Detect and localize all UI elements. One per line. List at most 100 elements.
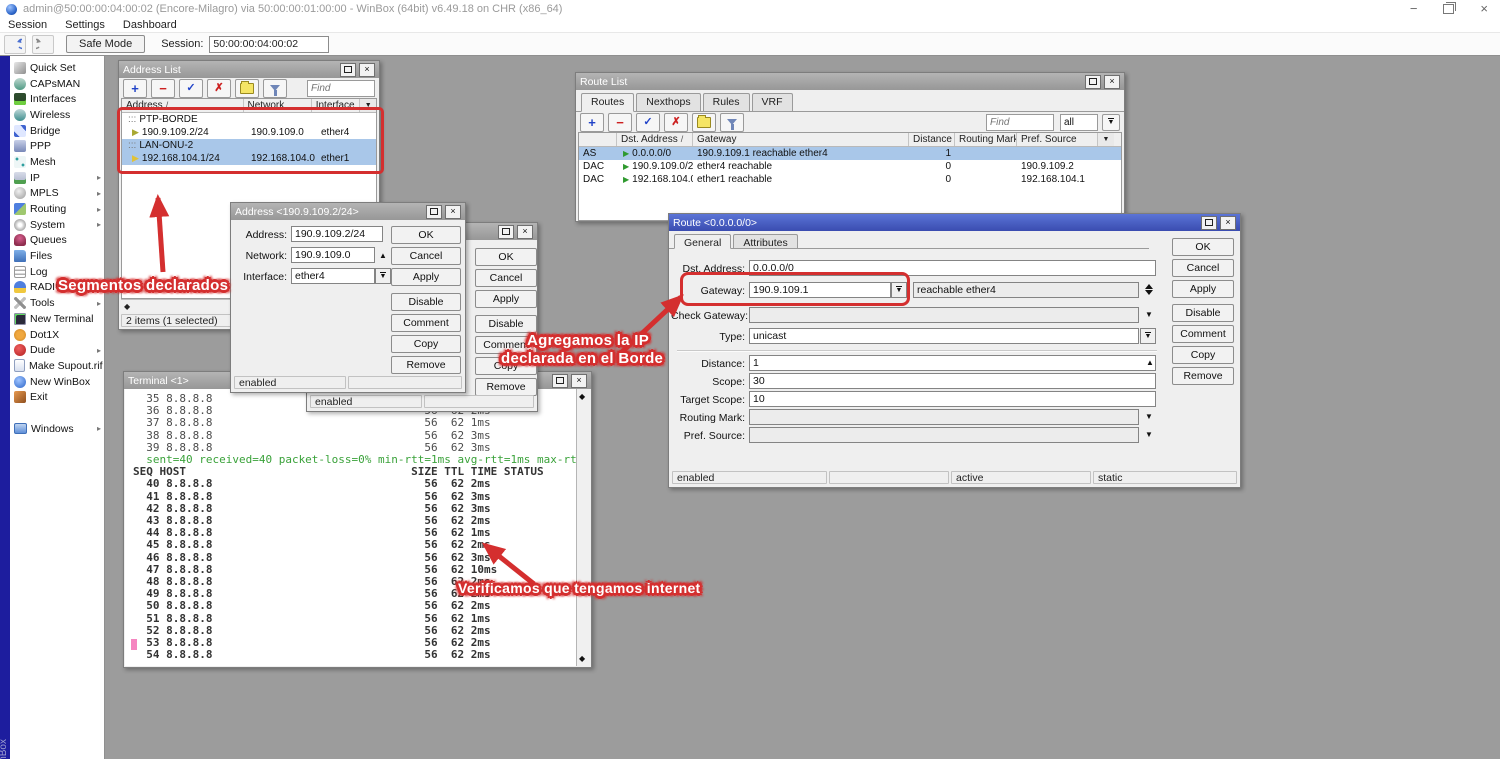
type-dropdown-icon[interactable]: ▼ [1140,328,1156,344]
restore-icon[interactable] [1443,4,1454,14]
tab-nexthops[interactable]: Nexthops [636,93,700,111]
apply-button[interactable]: Apply [391,268,461,286]
sidebar-item-capsman[interactable]: CAPsMAN [10,76,104,92]
disable-button[interactable]: ✗ [207,79,231,98]
dst-address-field[interactable] [749,260,1156,276]
scope-field[interactable] [749,373,1156,389]
sidebar-item-new-winbox[interactable]: New WinBox [10,374,104,390]
sidebar-item-dot1x[interactable]: Dot1X [10,327,104,343]
disable-button[interactable]: ✗ [664,113,688,132]
cancel-button[interactable]: Cancel [475,269,537,287]
routing-mark-field[interactable] [749,409,1139,425]
table-row-comment[interactable]: :::PTP-BORDE [122,113,376,126]
filter-dropdown-icon[interactable]: ▼ [1102,114,1120,131]
sidebar-item-tools[interactable]: Tools▸ [10,295,104,311]
vertical-scrollbar[interactable]: ◆ ◆ [576,389,590,666]
comment-button[interactable]: Comment [391,314,461,332]
sidebar-item-radius[interactable]: RADIUS [10,280,104,296]
cancel-button[interactable]: Cancel [1172,259,1234,277]
type-field[interactable] [749,328,1139,344]
sidebar-item-files[interactable]: Files [10,248,104,264]
pref-source-dropdown-icon[interactable]: ▼ [1145,430,1153,439]
interface-dropdown-icon[interactable]: ▼ [375,268,391,284]
network-field[interactable] [291,247,375,263]
target-scope-field[interactable] [749,391,1156,407]
remove-button[interactable]: − [608,113,632,132]
tab-general[interactable]: General [674,234,731,249]
remove-button[interactable]: Remove [1172,367,1234,385]
disable-button[interactable]: Disable [1172,304,1234,322]
filter-button[interactable] [263,79,287,98]
comment-button[interactable] [692,113,716,132]
pref-source-field[interactable] [749,427,1139,443]
sidebar-item-routing[interactable]: Routing▸ [10,201,104,217]
filter-scope-select[interactable] [1060,114,1098,131]
redo-icon[interactable] [32,35,54,54]
enable-button[interactable]: ✓ [636,113,660,132]
table-row-route[interactable]: DAC ▶192.168.104.0... ether1 reachable 0… [579,173,1121,186]
disable-button[interactable]: Disable [391,293,461,311]
sidebar-item-ppp[interactable]: PPP [10,138,104,154]
column-routing-mark[interactable]: Routing Mark [955,133,1017,146]
address-list-titlebar[interactable]: Address List × [119,61,379,78]
find-input[interactable] [307,80,375,97]
maximize-icon[interactable] [552,374,568,388]
address-field[interactable] [291,226,383,242]
sidebar-item-windows[interactable]: Windows▸ [10,421,104,437]
sidebar-item-ip[interactable]: IP▸ [10,170,104,186]
column-options-icon[interactable]: ▼ [1097,133,1114,146]
column-interface[interactable]: Interface [312,99,360,112]
sidebar-item-interfaces[interactable]: Interfaces [10,91,104,107]
close-icon[interactable]: × [445,205,461,219]
column-dst-address[interactable]: Dst. Address/ [617,133,693,146]
apply-button[interactable]: Apply [475,290,537,308]
close-icon[interactable]: × [1480,3,1488,15]
route-dialog-titlebar[interactable]: Route <0.0.0.0/0> × [669,214,1240,231]
maximize-icon[interactable] [1201,216,1217,230]
sidebar-item-make-supout[interactable]: Make Supout.rif [10,358,104,374]
sidebar-item-mesh[interactable]: Mesh [10,154,104,170]
add-button[interactable]: + [123,79,147,98]
ok-button[interactable]: OK [1172,238,1234,256]
column-flags[interactable] [579,133,617,146]
add-button[interactable]: + [580,113,604,132]
tab-vrf[interactable]: VRF [752,93,793,111]
sidebar-item-bridge[interactable]: Bridge [10,123,104,139]
tab-rules[interactable]: Rules [703,93,750,111]
sidebar-item-queues[interactable]: Queues [10,233,104,249]
column-gateway[interactable]: Gateway [693,133,909,146]
ok-button[interactable]: OK [475,248,537,266]
enable-button[interactable]: ✓ [179,79,203,98]
table-row-address[interactable]: ▶190.9.109.2/24 190.9.109.0 ether4 [122,126,376,139]
close-icon[interactable]: × [359,63,375,77]
maximize-icon[interactable] [1085,75,1101,89]
sidebar-item-new-terminal[interactable]: New Terminal [10,311,104,327]
column-address[interactable]: Address/ [122,99,244,112]
gateway-field[interactable] [749,282,891,298]
table-row-address[interactable]: ▶192.168.104.1/24 192.168.104.0 ether1 [122,152,376,165]
maximize-icon[interactable] [426,205,442,219]
sidebar-item-dude[interactable]: Dude▸ [10,342,104,358]
column-options-icon[interactable]: ▼ [359,99,376,112]
close-icon[interactable]: × [571,374,587,388]
sidebar-item-exit[interactable]: Exit [10,389,104,405]
cancel-button[interactable]: Cancel [391,247,461,265]
maximize-icon[interactable] [498,225,514,239]
table-row-route[interactable]: DAC ▶190.9.109.0/24 ether4 reachable 0 1… [579,160,1121,173]
column-distance[interactable]: Distance [909,133,955,146]
column-network[interactable]: Network [244,99,312,112]
table-row-comment[interactable]: :::LAN-ONU-2 [122,139,376,152]
comment-button[interactable] [235,79,259,98]
tab-attributes[interactable]: Attributes [733,234,797,248]
comment-button[interactable]: Comment [1172,325,1234,343]
remove-button[interactable]: Remove [391,356,461,374]
copy-button[interactable]: Copy [391,335,461,353]
terminal-output[interactable]: 35 8.8.8.8 56 62 1ms 36 8.8.8.8 56 62 2m… [125,389,590,666]
check-gateway-field[interactable] [749,307,1139,323]
dialog-titlebar[interactable]: Address <190.9.109.2/24> × [231,203,465,220]
sidebar-item-wireless[interactable]: Wireless [10,107,104,123]
collapse-arrow-icon[interactable]: ▲ [379,251,387,260]
maximize-icon[interactable] [340,63,356,77]
apply-button[interactable]: Apply [1172,280,1234,298]
distance-up-icon[interactable]: ▲ [1146,358,1154,367]
